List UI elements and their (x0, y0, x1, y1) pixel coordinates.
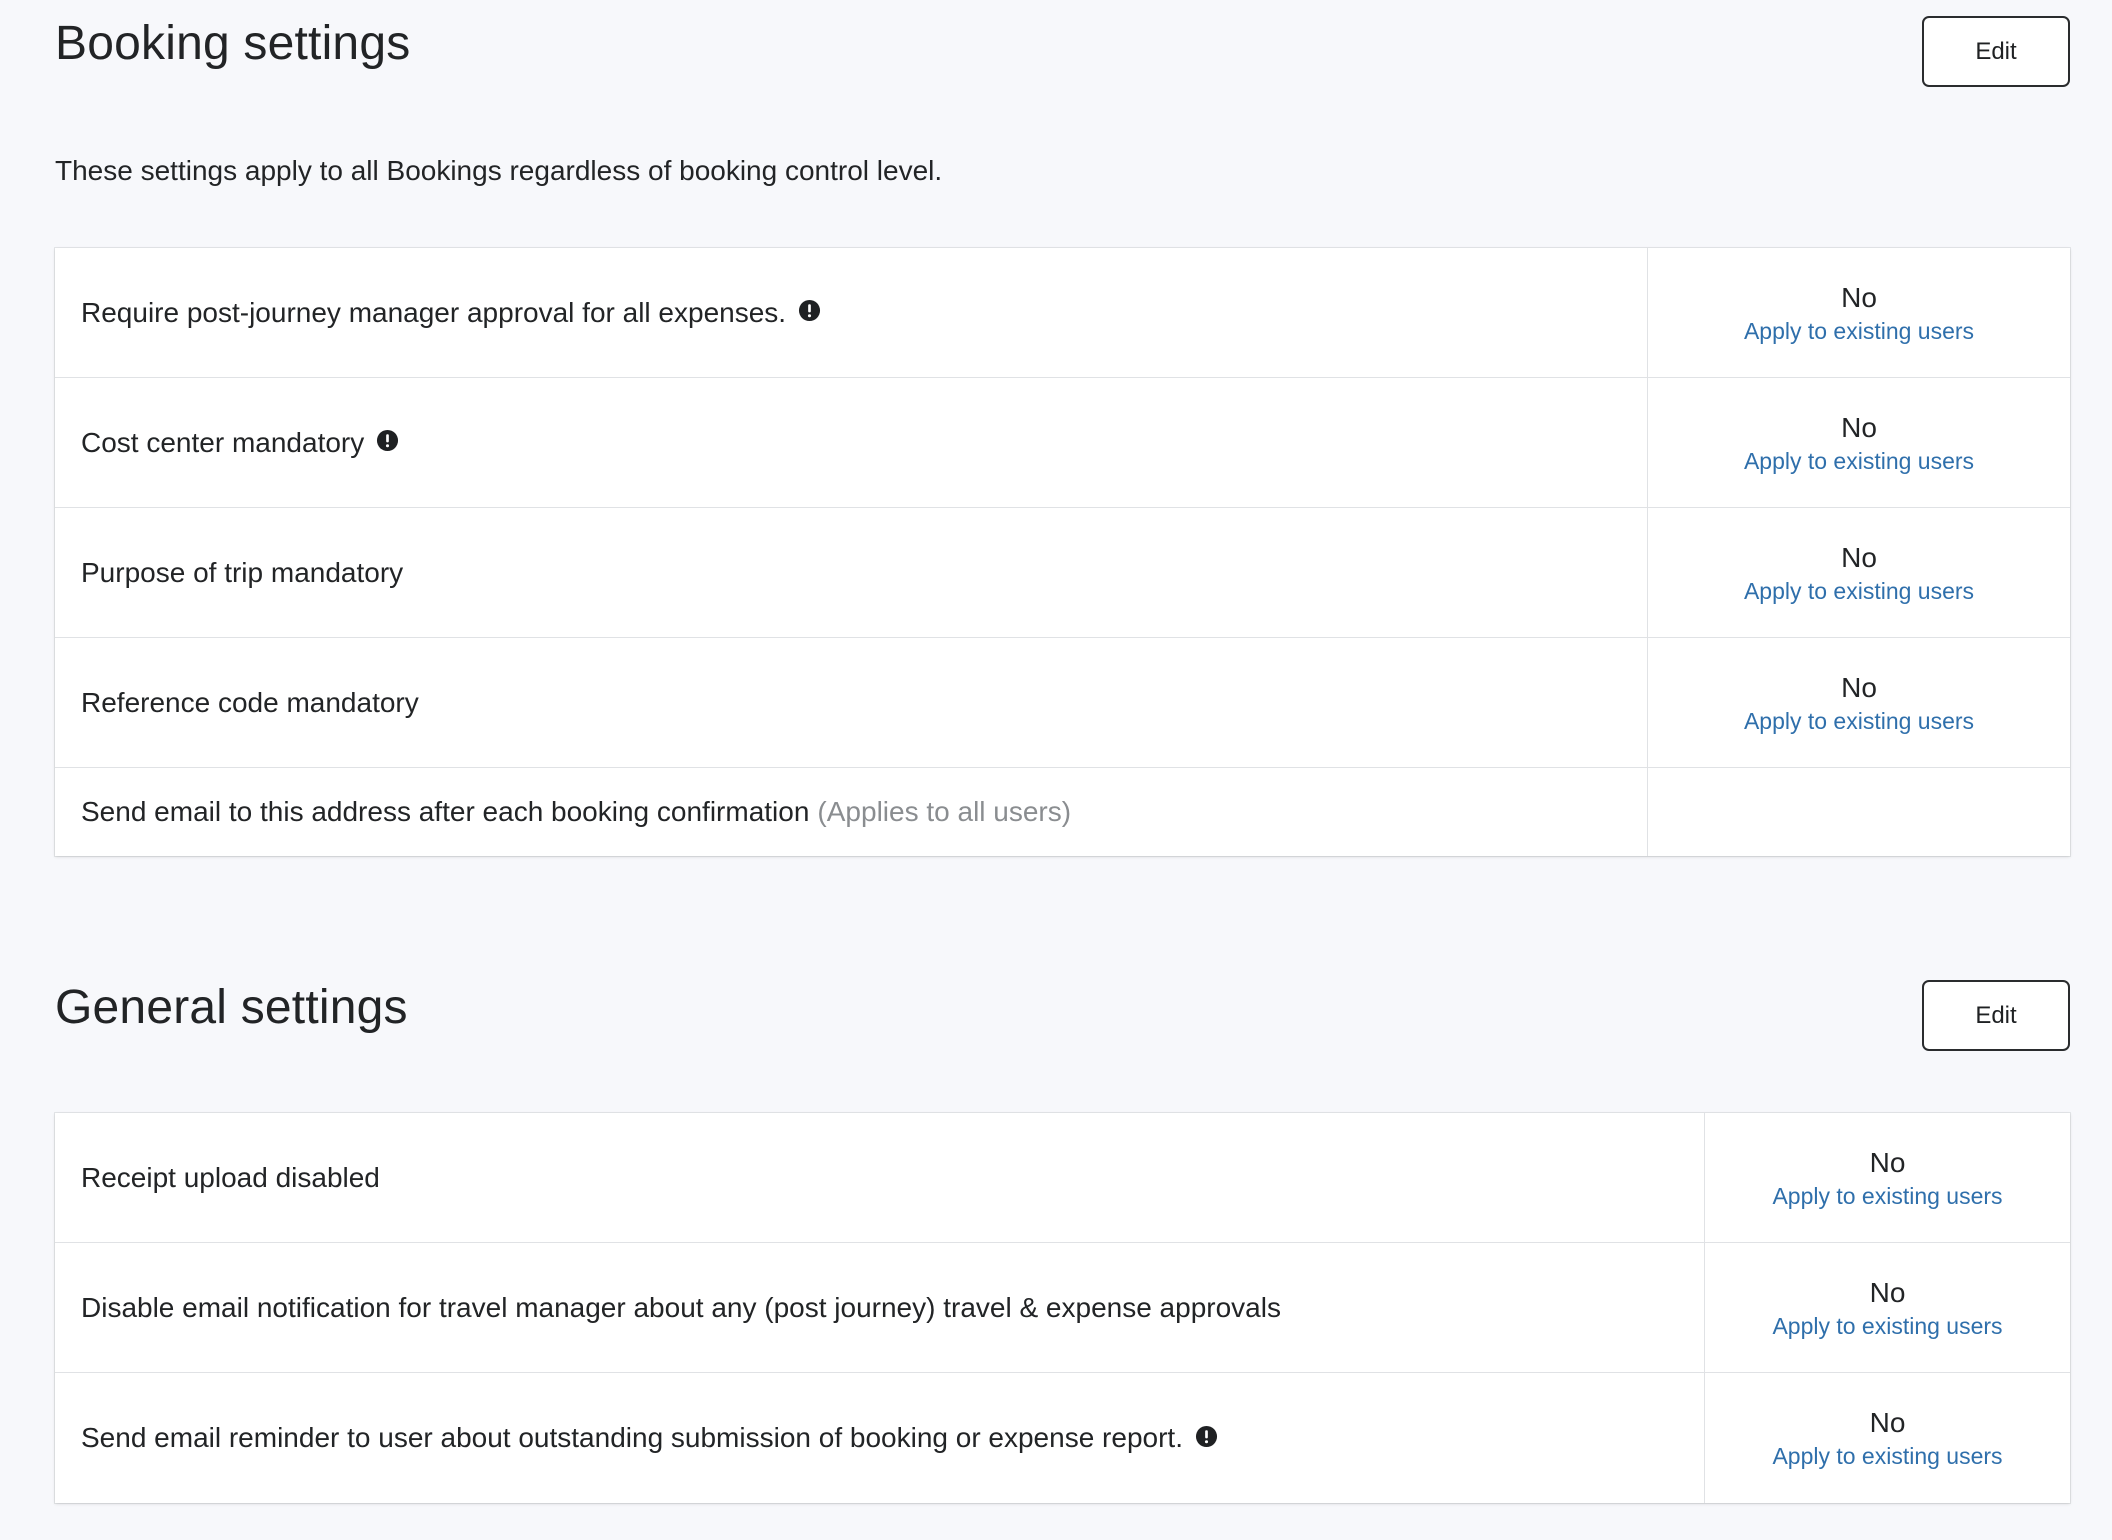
table-row: Receipt upload disabled No Apply to exis… (55, 1113, 2070, 1243)
setting-value-cell: No Apply to existing users (1705, 1243, 2070, 1372)
setting-label-text: Require post-journey manager approval fo… (81, 296, 787, 328)
exclamation-circle-icon[interactable] (376, 429, 399, 452)
table-row: Cost center mandatory No Apply to existi… (55, 378, 2070, 508)
general-edit-button[interactable]: Edit (1922, 980, 2070, 1051)
booking-settings-description: These settings apply to all Bookings reg… (55, 155, 943, 186)
setting-value-cell: No Apply to existing users (1705, 1113, 2070, 1242)
setting-value-cell: No Apply to existing users (1648, 638, 2070, 767)
setting-value: No (1869, 1146, 1906, 1178)
setting-label-text: Disable email notification for travel ma… (81, 1291, 1281, 1323)
booking-settings-header: Booking settings Edit (55, 0, 2070, 100)
table-row: Reference code mandatory No Apply to exi… (55, 638, 2070, 768)
setting-label-text: Send email to this address after each bo… (81, 796, 810, 827)
apply-to-existing-users-link[interactable]: Apply to existing users (1772, 1441, 2002, 1471)
setting-label-text: Send email reminder to user about outsta… (81, 1422, 1183, 1453)
table-row: Purpose of trip mandatory No Apply to ex… (55, 508, 2070, 638)
setting-value: No (1841, 411, 1877, 443)
setting-value: No (1841, 541, 1877, 573)
booking-settings-table: Require post-journey manager approval fo… (55, 248, 2070, 856)
general-settings-title: General settings (55, 981, 408, 1034)
general-settings-table: Receipt upload disabled No Apply to exis… (55, 1113, 2070, 1503)
booking-settings-title: Booking settings (55, 17, 411, 70)
setting-label-text: Reference code mandatory (81, 686, 419, 718)
setting-label: Cost center mandatory (55, 378, 1648, 507)
booking-edit-button[interactable]: Edit (1922, 16, 2070, 87)
setting-value-cell: No Apply to existing users (1648, 248, 2070, 377)
setting-label-text: Purpose of trip mandatory (81, 556, 404, 588)
setting-value: No (1869, 1276, 1906, 1308)
setting-label-text: Cost center mandatory (81, 426, 365, 458)
setting-value-cell: No Apply to existing users (1648, 378, 2070, 507)
apply-to-existing-users-link[interactable]: Apply to existing users (1772, 1181, 2002, 1211)
apply-to-existing-users-link[interactable]: Apply to existing users (1772, 1311, 2002, 1341)
setting-note: (Applies to all users) (817, 796, 1072, 827)
table-row: Send email reminder to user about outsta… (55, 1373, 2070, 1503)
setting-label-text: Receipt upload disabled (81, 1161, 380, 1193)
setting-label: Disable email notification for travel ma… (55, 1243, 1705, 1372)
general-settings-header: General settings (55, 980, 2070, 1080)
setting-label: Send email to this address after each bo… (55, 768, 1648, 856)
apply-to-existing-users-link[interactable]: Apply to existing users (1744, 446, 1974, 476)
exclamation-circle-icon[interactable] (1195, 1425, 1218, 1448)
setting-value: No (1841, 281, 1877, 313)
table-row: Require post-journey manager approval fo… (55, 248, 2070, 378)
setting-label: Send email reminder to user about outsta… (55, 1373, 1705, 1503)
apply-to-existing-users-link[interactable]: Apply to existing users (1744, 706, 1974, 736)
setting-label: Require post-journey manager approval fo… (55, 248, 1648, 377)
setting-value-cell: No Apply to existing users (1648, 508, 2070, 637)
setting-value-cell[interactable] (1648, 768, 2070, 856)
setting-value: No (1869, 1407, 1906, 1438)
setting-label: Purpose of trip mandatory (55, 508, 1648, 637)
setting-value-cell: No Apply to existing users (1705, 1373, 2070, 1503)
setting-value: No (1841, 671, 1877, 703)
setting-label: Reference code mandatory (55, 638, 1648, 767)
apply-to-existing-users-link[interactable]: Apply to existing users (1744, 576, 1974, 606)
exclamation-circle-icon[interactable] (798, 299, 821, 322)
table-row: Disable email notification for travel ma… (55, 1243, 2070, 1373)
apply-to-existing-users-link[interactable]: Apply to existing users (1744, 316, 1974, 346)
table-row: Send email to this address after each bo… (55, 768, 2070, 856)
setting-label: Receipt upload disabled (55, 1113, 1705, 1242)
